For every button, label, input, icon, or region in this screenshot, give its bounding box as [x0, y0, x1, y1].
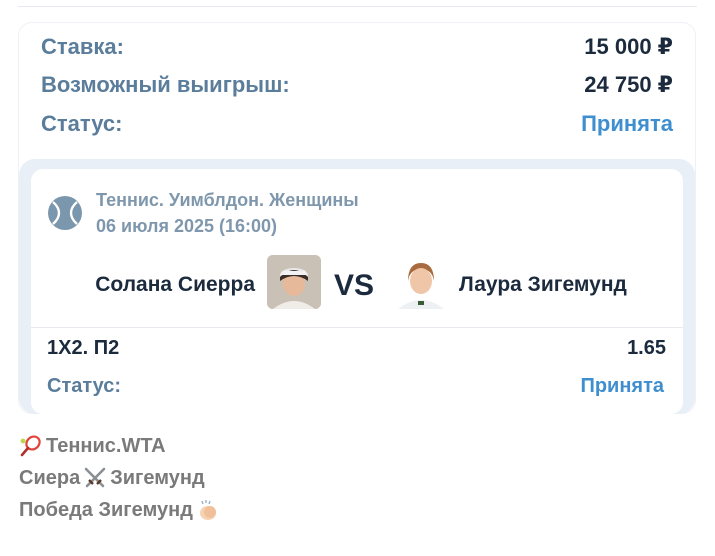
home-player-avatar [267, 255, 321, 309]
bet-summary-card: Ставка: 15 000 ₽ Возможный выигрыш: 24 7… [18, 22, 696, 414]
stake-value: 15 000 ₽ [584, 34, 673, 59]
status-value: Принята [581, 111, 673, 136]
event-date: 06 июля 2025 (16:00) [96, 216, 278, 236]
status-label: Статус: [41, 111, 123, 136]
event-block: Теннис. Уимблдон. Женщины 06 июля 2025 (… [19, 159, 695, 414]
league-title: Теннис. Уимблдон. Женщины [96, 190, 359, 210]
home-player-name: Солана Сиерра [95, 273, 255, 296]
stake-row: Ставка: 15 000 ₽ [41, 31, 673, 63]
status-row: Статус: Принята [41, 108, 673, 140]
tennis-ball-icon [48, 196, 82, 230]
away-player-name: Лаура Зигемунд [459, 273, 627, 296]
caption-sport-line: Теннис.WTA [19, 434, 166, 458]
card-divider [31, 327, 683, 328]
bet-odds: 1.65 [627, 337, 666, 359]
possible-win-value: 24 750 ₽ [584, 72, 673, 97]
caption-outcome-line: Победа Зигемунд [19, 498, 220, 522]
bet-status-value: Принята [580, 375, 664, 397]
possible-win-row: Возможный выигрыш: 24 750 ₽ [41, 69, 673, 101]
caption-home-text: Сиера [19, 466, 81, 489]
caption-outcome-text: Победа Зигемунд [19, 498, 193, 521]
event-card[interactable]: Теннис. Уимблдон. Женщины 06 июля 2025 (… [31, 169, 683, 414]
bet-market: 1X2. П2 [47, 337, 120, 359]
crossed-swords-icon [84, 467, 106, 488]
bet-status-label: Статус: [47, 375, 122, 397]
caption-away-text: Зигемунд [110, 466, 205, 489]
caption-matchup-line: Сиера Зигемунд [19, 466, 205, 490]
versus-label: VS [334, 269, 375, 302]
top-divider [18, 6, 697, 7]
clapping-hands-icon [199, 500, 216, 520]
caption-sport-text: Теннис.WTA [46, 434, 166, 457]
away-player-avatar [394, 255, 448, 309]
possible-win-label: Возможный выигрыш: [41, 72, 290, 97]
tennis-racket-icon [20, 435, 41, 457]
stake-label: Ставка: [41, 34, 124, 59]
